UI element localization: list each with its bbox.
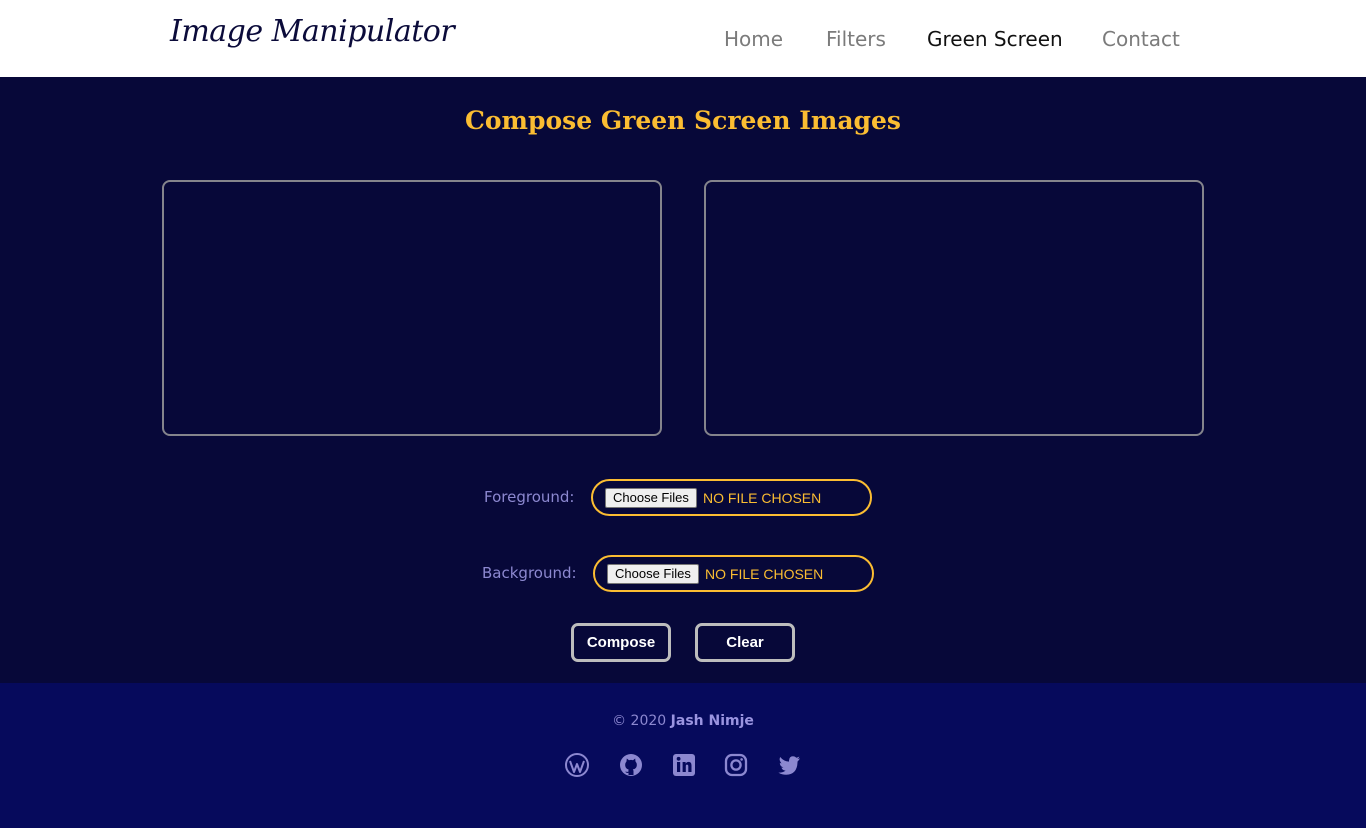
nav-green-screen[interactable]: Green Screen xyxy=(927,27,1063,51)
copyright-text: © 2020 xyxy=(612,713,667,729)
twitter-icon[interactable] xyxy=(776,752,802,778)
footer: © 2020 Jash Nimje xyxy=(0,683,1366,828)
instagram-icon[interactable] xyxy=(723,752,749,778)
background-file-status: NO FILE CHOSEN xyxy=(705,566,824,582)
compose-button[interactable]: Compose xyxy=(571,623,671,662)
clear-button[interactable]: Clear xyxy=(695,623,795,662)
github-icon[interactable] xyxy=(618,752,644,778)
page-title: Compose Green Screen Images xyxy=(464,106,902,135)
author-link[interactable]: Jash Nimje xyxy=(671,713,754,729)
copyright: © 2020 Jash Nimje xyxy=(0,713,1366,729)
foreground-label: Foreground: xyxy=(484,488,575,506)
logo[interactable]: Image Manipulator xyxy=(170,14,455,49)
wordpress-icon[interactable] xyxy=(564,752,590,778)
foreground-choose-files-button[interactable]: Choose Files xyxy=(605,488,697,508)
foreground-file-status: NO FILE CHOSEN xyxy=(703,490,822,506)
nav-filters[interactable]: Filters xyxy=(826,27,886,51)
navbar: Image Manipulator Home Filters Green Scr… xyxy=(0,0,1366,77)
background-choose-files-button[interactable]: Choose Files xyxy=(607,564,699,584)
linkedin-icon[interactable] xyxy=(671,752,697,778)
background-canvas xyxy=(704,180,1204,436)
nav-home[interactable]: Home xyxy=(724,27,783,51)
background-label: Background: xyxy=(482,564,577,582)
background-file-input[interactable]: Choose Files NO FILE CHOSEN xyxy=(593,555,874,592)
foreground-file-input[interactable]: Choose Files NO FILE CHOSEN xyxy=(591,479,872,516)
foreground-canvas xyxy=(162,180,662,436)
nav-contact[interactable]: Contact xyxy=(1102,27,1180,51)
